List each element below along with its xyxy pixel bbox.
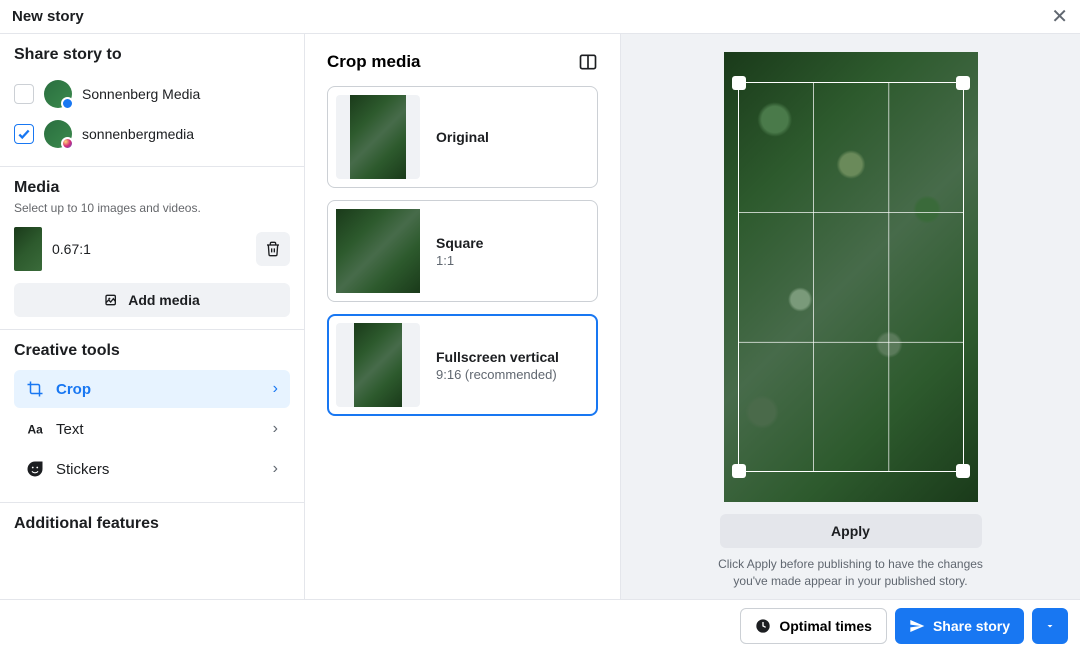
share-section: Share story to Sonnenberg Media sonnenbe… <box>0 34 304 167</box>
tools-heading: Creative tools <box>14 342 290 360</box>
crop-frame[interactable] <box>738 82 964 472</box>
media-item-row: 0.67:1 <box>14 227 290 271</box>
image-plus-icon <box>104 292 120 308</box>
delete-media-button[interactable] <box>256 232 290 266</box>
optimal-times-label: Optimal times <box>779 618 872 634</box>
additional-features-section: Additional features <box>0 503 304 555</box>
chevron-right-icon: › <box>273 380 278 398</box>
close-icon[interactable]: ✕ <box>1051 7 1068 27</box>
add-media-button[interactable]: Add media <box>14 283 290 317</box>
tool-label: Text <box>56 421 84 438</box>
crop-handle-tl[interactable] <box>732 76 746 90</box>
avatar <box>44 80 72 108</box>
sidebar: Share story to Sonnenberg Media sonnenbe… <box>0 34 305 599</box>
facebook-badge-icon <box>61 97 74 110</box>
crop-thumb <box>336 209 420 293</box>
crop-heading: Crop media <box>327 52 421 72</box>
creative-tools-section: Creative tools Crop › Aa Text › Stickers <box>0 330 304 503</box>
share-story-label: Share story <box>933 618 1010 634</box>
preview-image[interactable] <box>724 52 978 502</box>
crop-option-fullscreen-vertical[interactable]: Fullscreen vertical 9:16 (recommended) <box>327 314 598 416</box>
send-icon <box>909 618 925 634</box>
aspect-ratio-icon[interactable] <box>578 52 598 72</box>
sticker-icon <box>26 460 44 478</box>
avatar <box>44 120 72 148</box>
caret-down-icon <box>1044 620 1056 632</box>
crop-option-square[interactable]: Square 1:1 <box>327 200 598 302</box>
share-heading: Share story to <box>14 46 290 64</box>
additional-heading: Additional features <box>14 515 290 533</box>
crop-handle-bl[interactable] <box>732 464 746 478</box>
crop-option-sub: 1:1 <box>436 253 483 268</box>
crop-icon <box>26 380 44 398</box>
dialog-header: New story ✕ <box>0 0 1080 34</box>
crop-option-title: Square <box>436 235 483 251</box>
svg-text:Aa: Aa <box>28 423 44 437</box>
chevron-right-icon: › <box>273 420 278 438</box>
crop-option-title: Original <box>436 129 489 145</box>
add-media-label: Add media <box>128 292 200 308</box>
media-thumbnail[interactable] <box>14 227 42 271</box>
share-dropdown-button[interactable] <box>1032 608 1068 644</box>
share-target-name: sonnenbergmedia <box>82 126 194 142</box>
trash-icon <box>265 241 281 257</box>
instagram-badge-icon <box>61 137 74 150</box>
media-subtext: Select up to 10 images and videos. <box>14 201 290 215</box>
crop-thumb <box>350 95 406 179</box>
chevron-right-icon: › <box>273 460 278 478</box>
tool-text[interactable]: Aa Text › <box>14 410 290 448</box>
tool-stickers[interactable]: Stickers › <box>14 450 290 488</box>
text-icon: Aa <box>26 420 44 438</box>
apply-button[interactable]: Apply <box>720 514 982 548</box>
crop-thumb <box>354 323 402 407</box>
footer: Optimal times Share story <box>0 599 1080 651</box>
checkbox-checked[interactable] <box>14 124 34 144</box>
share-story-button[interactable]: Share story <box>895 608 1024 644</box>
tool-label: Crop <box>56 381 91 398</box>
clock-icon <box>755 618 771 634</box>
tool-label: Stickers <box>56 461 109 478</box>
share-target-name: Sonnenberg Media <box>82 86 200 102</box>
checkbox-unchecked[interactable] <box>14 84 34 104</box>
share-target-row[interactable]: Sonnenberg Media <box>14 74 290 114</box>
optimal-times-button[interactable]: Optimal times <box>740 608 887 644</box>
crop-handle-br[interactable] <box>956 464 970 478</box>
preview-panel: Apply Click Apply before publishing to h… <box>621 34 1080 599</box>
media-section: Media Select up to 10 images and videos.… <box>0 167 304 330</box>
apply-note: Click Apply before publishing to have th… <box>711 556 991 590</box>
tool-crop[interactable]: Crop › <box>14 370 290 408</box>
media-heading: Media <box>14 179 290 197</box>
crop-option-sub: 9:16 (recommended) <box>436 367 559 382</box>
crop-handle-tr[interactable] <box>956 76 970 90</box>
share-target-row[interactable]: sonnenbergmedia <box>14 114 290 154</box>
crop-panel: Crop media Original Square 1:1 Fullscree… <box>305 34 621 599</box>
dialog-title: New story <box>12 8 84 25</box>
media-ratio: 0.67:1 <box>52 241 91 257</box>
crop-option-original[interactable]: Original <box>327 86 598 188</box>
crop-option-title: Fullscreen vertical <box>436 349 559 365</box>
